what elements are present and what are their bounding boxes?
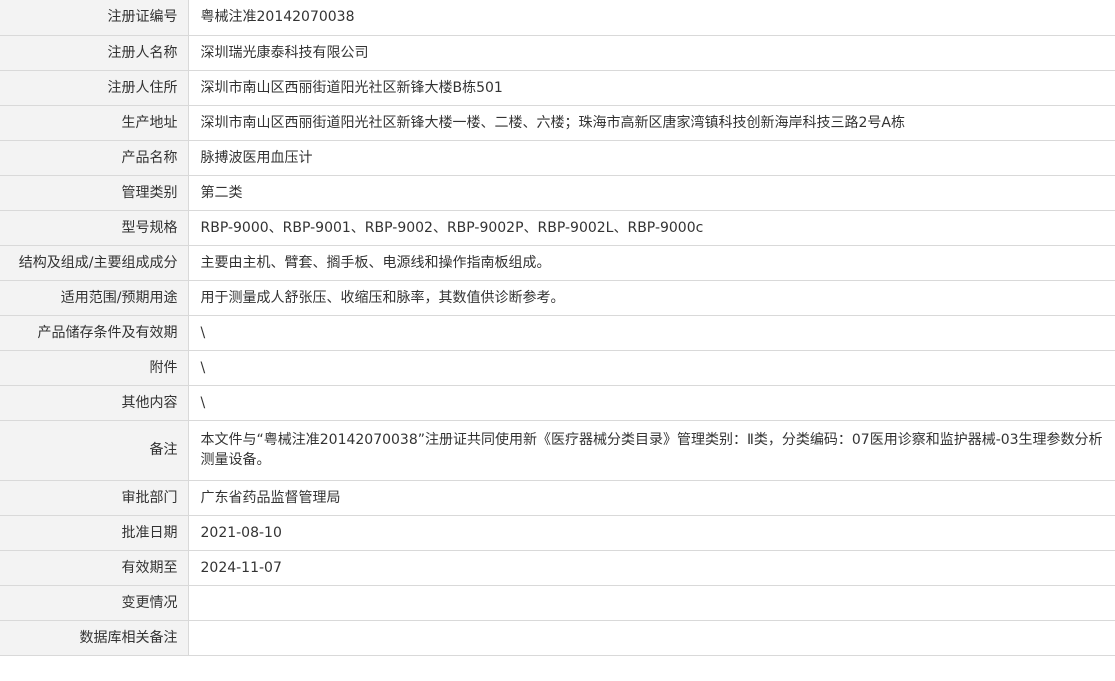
field-value: 深圳市南山区西丽街道阳光社区新锋大楼一楼、二楼、六楼；珠海市高新区唐家湾镇科技创… [188, 104, 1115, 141]
field-value: \ [188, 314, 1115, 351]
row-storage-validity: 产品储存条件及有效期 \ [0, 314, 1115, 351]
row-other-content: 其他内容 \ [0, 384, 1115, 421]
row-management-category: 管理类别 第二类 [0, 174, 1115, 211]
field-label: 型号规格 [0, 209, 189, 246]
field-label: 结构及组成/主要组成成分 [0, 244, 189, 281]
field-value: \ [188, 349, 1115, 386]
field-value: 粤械注准20142070038 [188, 0, 1115, 36]
field-value: 深圳瑞光康泰科技有限公司 [188, 34, 1115, 71]
row-model-spec: 型号规格 RBP-9000、RBP-9001、RBP-9002、RBP-9002… [0, 209, 1115, 246]
row-approval-date: 批准日期 2021-08-10 [0, 514, 1115, 551]
field-value: RBP-9000、RBP-9001、RBP-9002、RBP-9002P、RBP… [188, 209, 1115, 246]
row-registrant-address: 注册人住所 深圳市南山区西丽街道阳光社区新锋大楼B栋501 [0, 69, 1115, 106]
field-label: 审批部门 [0, 479, 189, 516]
registration-info-table: 注册证编号 粤械注准20142070038 注册人名称 深圳瑞光康泰科技有限公司… [0, 0, 1115, 656]
field-label: 注册人住所 [0, 69, 189, 106]
field-value: 主要由主机、臂套、搁手板、电源线和操作指南板组成。 [188, 244, 1115, 281]
field-value [188, 619, 1115, 656]
field-label: 附件 [0, 349, 189, 386]
field-value: 第二类 [188, 174, 1115, 211]
field-label: 批准日期 [0, 514, 189, 551]
field-value [188, 584, 1115, 621]
field-label: 生产地址 [0, 104, 189, 141]
field-label: 数据库相关备注 [0, 619, 189, 656]
field-value: 脉搏波医用血压计 [188, 139, 1115, 176]
field-value: \ [188, 384, 1115, 421]
row-change-history: 变更情况 [0, 584, 1115, 621]
field-label: 其他内容 [0, 384, 189, 421]
field-label: 变更情况 [0, 584, 189, 621]
row-product-name: 产品名称 脉搏波医用血压计 [0, 139, 1115, 176]
field-label: 有效期至 [0, 549, 189, 586]
field-value: 本文件与“粤械注准20142070038”注册证共同使用新《医疗器械分类目录》管… [188, 419, 1115, 481]
row-database-remarks: 数据库相关备注 [0, 619, 1115, 656]
field-label: 产品名称 [0, 139, 189, 176]
row-attachments: 附件 \ [0, 349, 1115, 386]
field-label: 适用范围/预期用途 [0, 279, 189, 316]
row-structure-composition: 结构及组成/主要组成成分 主要由主机、臂套、搁手板、电源线和操作指南板组成。 [0, 244, 1115, 281]
row-remarks: 备注 本文件与“粤械注准20142070038”注册证共同使用新《医疗器械分类目… [0, 419, 1115, 481]
row-approval-department: 审批部门 广东省药品监督管理局 [0, 479, 1115, 516]
row-registration-number: 注册证编号 粤械注准20142070038 [0, 0, 1115, 36]
row-intended-use: 适用范围/预期用途 用于测量成人舒张压、收缩压和脉率，其数值供诊断参考。 [0, 279, 1115, 316]
field-label: 注册人名称 [0, 34, 189, 71]
field-label: 注册证编号 [0, 0, 189, 36]
row-production-address: 生产地址 深圳市南山区西丽街道阳光社区新锋大楼一楼、二楼、六楼；珠海市高新区唐家… [0, 104, 1115, 141]
field-value: 用于测量成人舒张压、收缩压和脉率，其数值供诊断参考。 [188, 279, 1115, 316]
field-label: 备注 [0, 419, 189, 481]
field-value: 深圳市南山区西丽街道阳光社区新锋大楼B栋501 [188, 69, 1115, 106]
field-value: 2024-11-07 [188, 549, 1115, 586]
field-value: 广东省药品监督管理局 [188, 479, 1115, 516]
row-registrant-name: 注册人名称 深圳瑞光康泰科技有限公司 [0, 34, 1115, 71]
field-value: 2021-08-10 [188, 514, 1115, 551]
row-valid-until: 有效期至 2024-11-07 [0, 549, 1115, 586]
field-label: 产品储存条件及有效期 [0, 314, 189, 351]
field-label: 管理类别 [0, 174, 189, 211]
